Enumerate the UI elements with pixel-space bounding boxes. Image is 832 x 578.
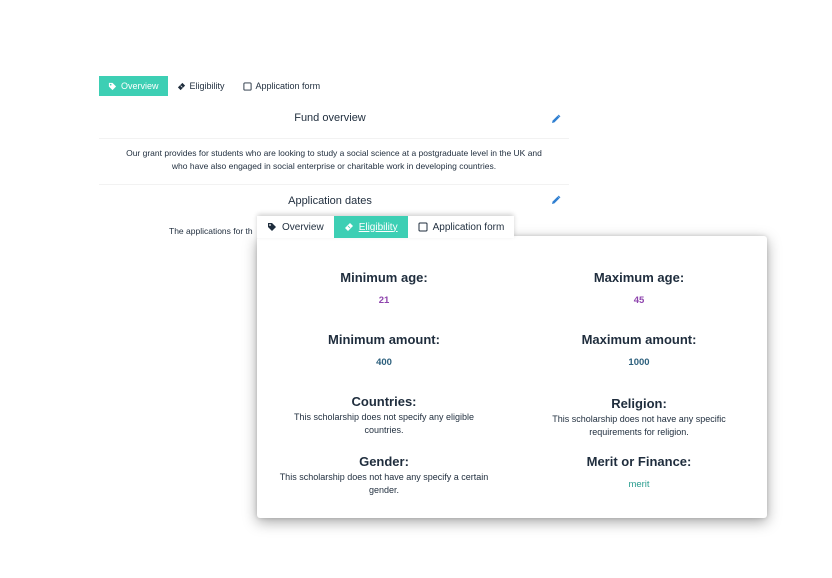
countries-label: Countries: bbox=[351, 394, 417, 409]
divider bbox=[99, 138, 569, 139]
merit-value: merit bbox=[628, 479, 650, 490]
back-tab-overview-label: Overview bbox=[121, 81, 159, 91]
religion-label: Religion: bbox=[611, 396, 667, 411]
back-tab-overview[interactable]: Overview bbox=[99, 76, 168, 96]
max-amount-label: Maximum amount: bbox=[581, 332, 697, 347]
fund-overview-text: Our grant provides for students who are … bbox=[126, 148, 542, 171]
min-age-value: 21 bbox=[378, 295, 390, 306]
tab-overview[interactable]: Overview bbox=[257, 216, 334, 238]
tab-application-form[interactable]: Application form bbox=[407, 216, 515, 238]
gender-value: This scholarship does not have any speci… bbox=[279, 472, 489, 495]
gender-field: Gender: This scholarship does not have a… bbox=[269, 454, 499, 497]
application-dates-title: Application dates bbox=[288, 195, 372, 207]
religion-value: This scholarship does not have any speci… bbox=[552, 414, 726, 437]
max-age-value: 45 bbox=[633, 295, 645, 306]
back-tab-bar: Overview Eligibility Application form bbox=[99, 76, 330, 96]
edit-fund-overview-pencil-icon[interactable] bbox=[551, 114, 561, 124]
back-tab-application-form[interactable]: Application form bbox=[233, 76, 330, 96]
min-age-field: Minimum age: 21 bbox=[294, 270, 474, 306]
back-tab-application-form-label: Application form bbox=[255, 81, 321, 91]
min-age-label: Minimum age: bbox=[340, 270, 428, 285]
countries-field: Countries: This scholarship does not spe… bbox=[279, 394, 489, 437]
form-icon bbox=[418, 222, 428, 232]
application-dates-text: The applications for th bbox=[169, 226, 253, 236]
tab-application-form-label: Application form bbox=[432, 221, 505, 233]
tab-eligibility-label: Eligibility bbox=[358, 221, 398, 233]
tag-icon bbox=[108, 82, 117, 90]
min-amount-value: 400 bbox=[376, 357, 392, 368]
back-tab-eligibility-label: Eligibility bbox=[189, 81, 225, 91]
form-icon bbox=[242, 81, 252, 91]
min-amount-field: Minimum amount: 400 bbox=[294, 332, 474, 368]
max-age-label: Maximum age: bbox=[593, 270, 685, 285]
religion-field: Religion: This scholarship does not have… bbox=[539, 396, 739, 439]
merit-field: Merit or Finance: merit bbox=[549, 454, 729, 490]
min-amount-label: Minimum amount: bbox=[328, 332, 440, 347]
edit-application-dates-pencil-icon[interactable] bbox=[551, 195, 561, 205]
gender-label: Gender: bbox=[359, 454, 409, 469]
countries-value: This scholarship does not specify any el… bbox=[293, 412, 475, 435]
tab-overview-label: Overview bbox=[282, 221, 324, 233]
max-age-field: Maximum age: 45 bbox=[549, 270, 729, 306]
merit-label: Merit or Finance: bbox=[586, 454, 692, 469]
front-tab-bar: Overview Eligibility Application form bbox=[257, 216, 515, 238]
tab-eligibility[interactable]: Eligibility bbox=[333, 216, 408, 238]
ticket-icon bbox=[177, 82, 185, 90]
ticket-icon bbox=[344, 223, 353, 231]
max-amount-value: 1000 bbox=[628, 357, 650, 368]
max-amount-field: Maximum amount: 1000 bbox=[549, 332, 729, 368]
divider bbox=[99, 184, 569, 185]
fund-overview-title: Fund overview bbox=[294, 112, 366, 124]
back-tab-eligibility[interactable]: Eligibility bbox=[167, 76, 234, 96]
eligibility-panel: Minimum age: 21 Maximum age: 45 Minimum … bbox=[257, 236, 767, 518]
tag-icon bbox=[268, 223, 276, 231]
